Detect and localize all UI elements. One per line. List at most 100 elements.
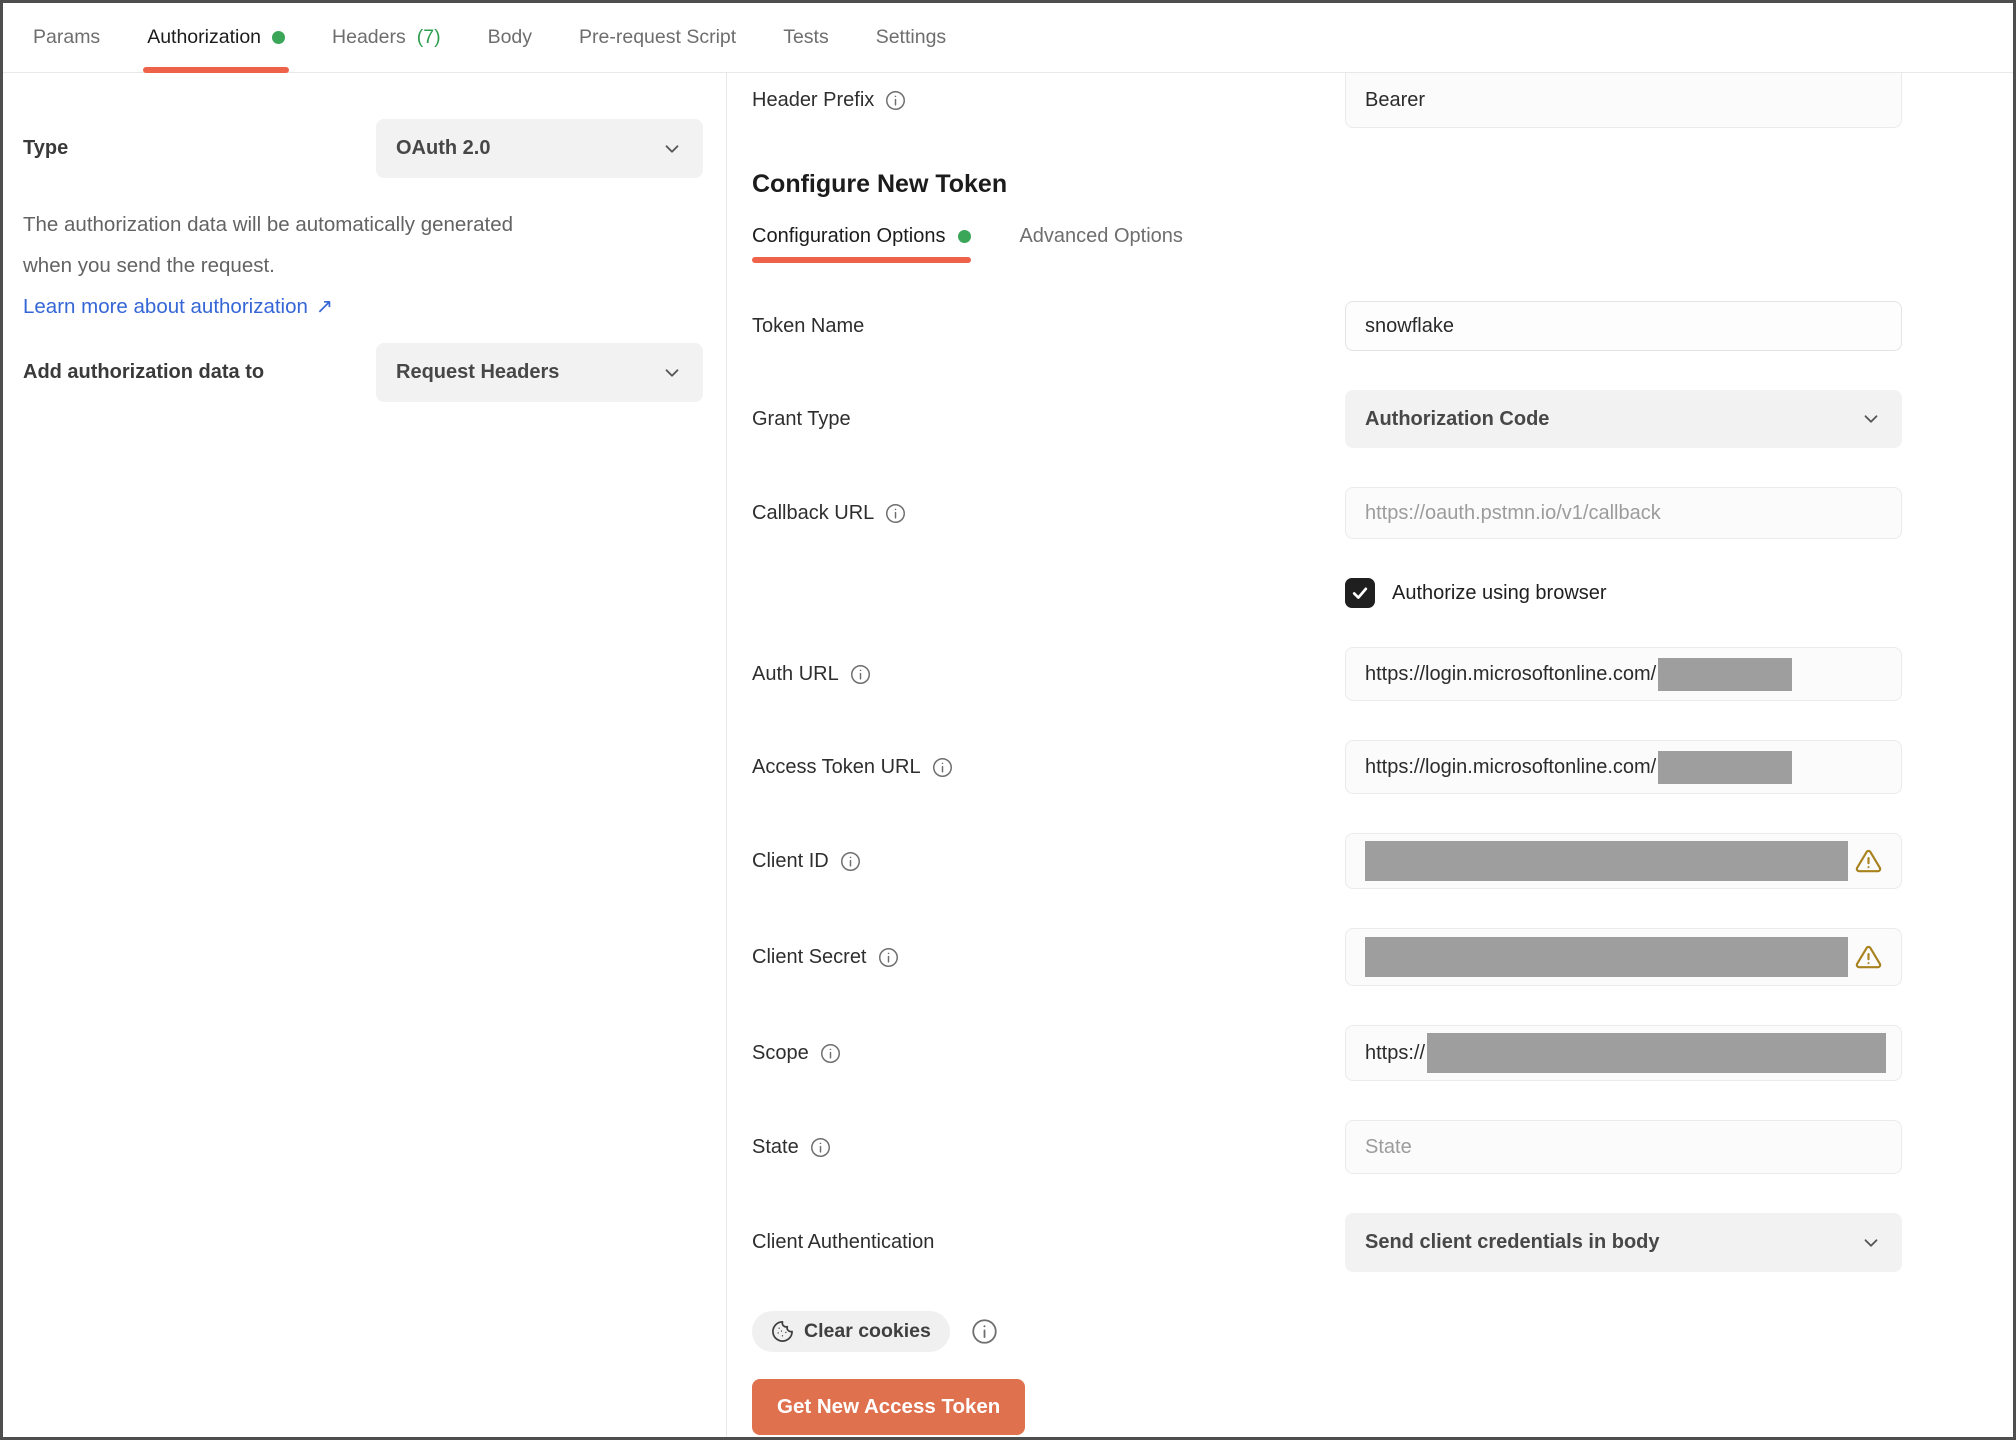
tab-pre-request-script[interactable]: Pre-request Script [579, 3, 736, 72]
authorize-browser-checkbox[interactable] [1345, 578, 1375, 608]
authorization-modified-dot-icon [272, 31, 286, 44]
client-id-row: Client ID [752, 833, 2013, 889]
auth-url-row: Auth URL https://login.microsoftonline.c… [752, 647, 2013, 701]
state-row: State [752, 1120, 2013, 1174]
access-token-url-input[interactable]: https://login.microsoftonline.com/ [1345, 740, 1902, 794]
client-authentication-label: Client Authentication [752, 1231, 935, 1253]
tab-params-label: Params [33, 26, 101, 48]
info-icon[interactable] [885, 90, 906, 111]
grant-type-label: Grant Type [752, 407, 851, 430]
auth-url-value: https://login.microsoftonline.com/ [1365, 662, 1657, 685]
info-icon[interactable] [971, 1318, 998, 1345]
auth-description: The authorization data will be automatic… [23, 204, 726, 286]
authorize-browser-label[interactable]: Authorize using browser [1392, 582, 1607, 605]
scope-label-group: Scope [752, 1042, 1345, 1065]
tab-tests[interactable]: Tests [783, 3, 829, 72]
get-new-access-token-button[interactable]: Get New Access Token [752, 1379, 1026, 1435]
scope-input[interactable]: https:// [1345, 1025, 1902, 1081]
auth-url-input[interactable]: https://login.microsoftonline.com/ [1345, 647, 1902, 701]
redacted-value-bar [1658, 750, 1793, 784]
tab-authorization[interactable]: Authorization [143, 3, 290, 73]
redacted-value-bar [1427, 1033, 1886, 1073]
grant-type-dropdown[interactable]: Authorization Code [1345, 390, 1902, 448]
client-authentication-dropdown[interactable]: Send client credentials in body [1345, 1213, 1902, 1272]
info-icon[interactable] [932, 757, 953, 778]
client-id-input[interactable] [1345, 833, 1902, 889]
client-secret-input[interactable] [1345, 928, 1902, 986]
redacted-value-bar [1365, 841, 1848, 881]
subtab-configuration-options[interactable]: Configuration Options [752, 225, 972, 263]
tab-headers-label: Headers [332, 26, 406, 48]
info-icon[interactable] [885, 503, 906, 524]
token-name-input[interactable] [1345, 301, 1902, 351]
external-link-arrow-icon: ↗ [315, 295, 334, 318]
authorize-browser-row: Authorize using browser [752, 578, 2013, 608]
grant-type-row: Grant Type Authorization Code [752, 390, 2013, 448]
auth-type-label: Type [23, 137, 69, 159]
header-prefix-input[interactable] [1345, 73, 1902, 128]
tab-settings[interactable]: Settings [876, 3, 946, 72]
redacted-value-bar [1658, 657, 1793, 691]
chevron-down-icon [1860, 408, 1882, 430]
grant-type-selected-value: Authorization Code [1365, 407, 1550, 430]
state-label: State [752, 1135, 799, 1158]
active-tab-underline [143, 67, 290, 73]
auth-type-pane: Type OAuth 2.0 The authorization data wi… [3, 73, 727, 1437]
callback-url-row: Callback URL [752, 487, 2013, 539]
token-config-subtabs: Configuration Options Advanced Options [752, 225, 2013, 263]
subtab-configuration-options-label: Configuration Options [752, 225, 946, 247]
tab-authorization-label: Authorization [147, 26, 262, 48]
info-icon[interactable] [840, 851, 861, 872]
warning-icon [1855, 944, 1882, 971]
tab-tests-label: Tests [783, 26, 829, 48]
learn-more-link[interactable]: Learn more about authorization ↗ [23, 294, 333, 319]
tab-pre-request-script-label: Pre-request Script [579, 26, 737, 48]
subtab-advanced-options[interactable]: Advanced Options [1019, 225, 1182, 263]
auth-type-row: Type OAuth 2.0 [23, 119, 726, 178]
header-prefix-label-group: Header Prefix [752, 89, 1345, 112]
scope-row: Scope https:// [752, 1025, 2013, 1081]
client-secret-label-group: Client Secret [752, 946, 1345, 969]
client-authentication-label-group: Client Authentication [752, 1231, 1345, 1254]
tab-headers[interactable]: Headers (7) [332, 3, 441, 72]
clear-cookies-button[interactable]: Clear cookies [752, 1311, 950, 1352]
info-icon[interactable] [810, 1137, 831, 1158]
tab-params[interactable]: Params [33, 3, 100, 72]
callback-url-label: Callback URL [752, 501, 875, 524]
chevron-down-icon [1860, 1232, 1882, 1254]
client-secret-row: Client Secret [752, 928, 2013, 986]
tab-body[interactable]: Body [488, 3, 532, 72]
info-icon[interactable] [820, 1043, 841, 1064]
redacted-value-bar [1365, 937, 1848, 977]
client-authentication-selected-value: Send client credentials in body [1365, 1231, 1660, 1253]
info-icon[interactable] [878, 947, 899, 968]
auth-type-selected-value: OAuth 2.0 [396, 137, 491, 159]
grant-type-label-group: Grant Type [752, 408, 1345, 431]
add-auth-data-label: Add authorization data to [23, 361, 265, 383]
subtab-advanced-options-label: Advanced Options [1019, 225, 1183, 247]
add-auth-data-row: Add authorization data to Request Header… [23, 343, 726, 402]
auth-description-line1: The authorization data will be automatic… [23, 213, 514, 236]
header-prefix-label: Header Prefix [752, 89, 875, 111]
request-editor-panel: Params Authorization Headers (7) Body Pr… [0, 0, 2016, 1440]
scope-label: Scope [752, 1041, 809, 1064]
auth-description-line2: when you send the request. [23, 254, 275, 277]
add-auth-data-dropdown[interactable]: Request Headers [376, 343, 703, 402]
state-input[interactable] [1345, 1120, 1902, 1174]
access-token-url-label: Access Token URL [752, 755, 921, 778]
auth-type-dropdown[interactable]: OAuth 2.0 [376, 119, 703, 178]
token-name-row: Token Name [752, 301, 2013, 351]
access-token-url-row: Access Token URL https://login.microsoft… [752, 740, 2013, 794]
tab-body-label: Body [487, 26, 533, 48]
warning-icon [1855, 848, 1882, 875]
info-icon[interactable] [850, 664, 871, 685]
token-name-label: Token Name [752, 314, 865, 337]
token-config-form: Token Name Grant Type Authorization Code [752, 301, 2013, 1435]
authorization-editor: Type OAuth 2.0 The authorization data wi… [3, 73, 2013, 1437]
client-secret-label: Client Secret [752, 945, 867, 968]
configuration-modified-dot-icon [958, 230, 972, 243]
callback-url-input[interactable] [1345, 487, 1902, 539]
callback-url-label-group: Callback URL [752, 502, 1345, 525]
token-actions: Clear cookies Get New Access Token [752, 1311, 2013, 1435]
chevron-down-icon [661, 138, 683, 160]
